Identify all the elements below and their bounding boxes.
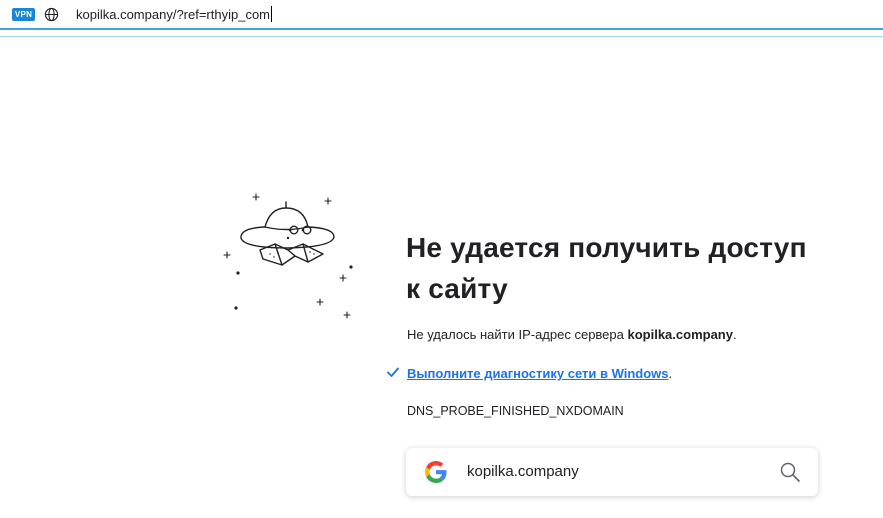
text-caret — [271, 6, 273, 22]
address-bar[interactable]: VPN kopilka.company/?ref=rthyip_com — [0, 0, 883, 30]
search-query[interactable]: kopilka.company — [467, 463, 579, 480]
diagnostics-suffix: . — [668, 366, 673, 381]
url-text: kopilka.company/?ref=rthyip_com — [76, 7, 271, 22]
check-icon — [387, 367, 399, 377]
error-description: Не удалось найти IP-адрес сервера kopilk… — [407, 327, 737, 342]
error-title: Не удается получить доступ к сайту — [406, 232, 807, 304]
vpn-badge[interactable]: VPN — [12, 8, 35, 21]
google-search-box[interactable]: kopilka.company — [406, 448, 818, 496]
error-code: DNS_PROBE_FINISHED_NXDOMAIN — [407, 404, 624, 418]
search-icon[interactable] — [779, 461, 801, 483]
diagnostics-link[interactable]: Выполните диагностику сети в Windows — [407, 366, 669, 381]
url-input[interactable]: kopilka.company/?ref=rthyip_com — [76, 6, 273, 23]
diagnostics-line: Выполните диагностику сети в Windows. — [407, 366, 672, 381]
google-g-icon — [425, 461, 447, 483]
address-bar-divider — [0, 36, 883, 37]
error-host: kopilka.company — [627, 327, 733, 342]
error-description-text: Не удалось найти IP-адрес сервера — [407, 327, 628, 342]
error-description-suffix: . — [732, 327, 737, 342]
ufo-illustration — [223, 193, 353, 319]
globe-icon[interactable] — [44, 7, 59, 22]
